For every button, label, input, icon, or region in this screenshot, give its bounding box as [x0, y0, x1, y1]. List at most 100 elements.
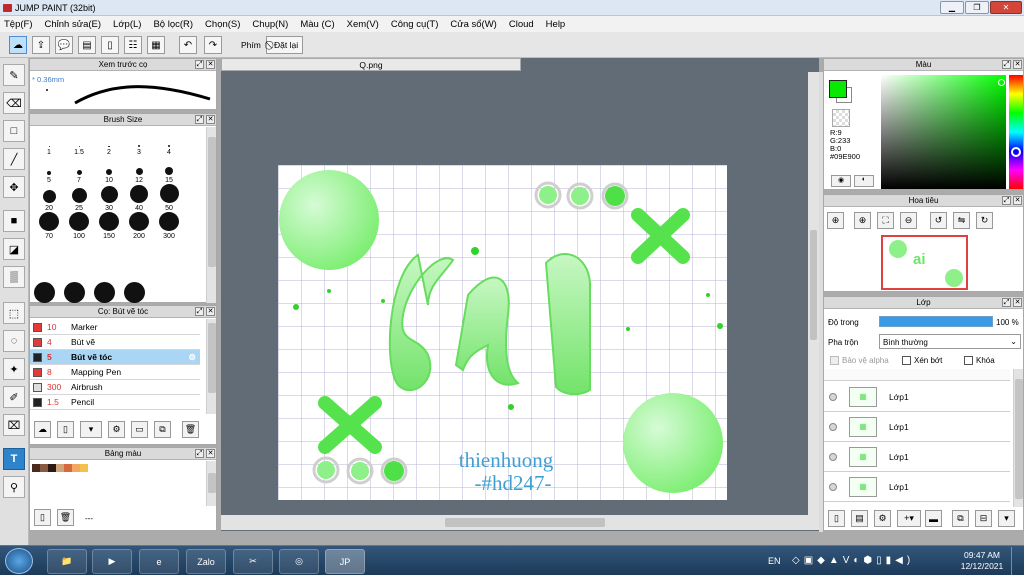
folder-icon[interactable]: ▭ [131, 421, 148, 438]
rotate-right-icon[interactable]: ↻ [976, 212, 993, 229]
brush-size-option[interactable]: 200 [124, 212, 154, 240]
add-layer-menu-icon[interactable]: +▾ [897, 510, 921, 527]
close-panel-icon[interactable]: ✕ [206, 60, 215, 69]
menu-window[interactable]: Cửa sổ(W) [450, 19, 496, 30]
color-swatch[interactable] [56, 464, 64, 472]
menu-tools[interactable]: Công cụ(T) [391, 19, 439, 30]
canvas-v-scrollbar[interactable] [808, 72, 819, 515]
navigator-thumbnail[interactable]: ai [881, 235, 968, 290]
zoom-in-icon[interactable]: ⊕ [854, 212, 871, 229]
menu-layer[interactable]: Lớp(L) [113, 19, 141, 30]
brush-size-option[interactable]: 10 [94, 156, 124, 184]
move-icon[interactable]: ✥ [3, 176, 25, 198]
undock-icon[interactable]: ⤢ [1002, 196, 1011, 205]
clip-checkbox[interactable] [902, 356, 911, 365]
brush-size-option[interactable]: 20 [34, 184, 64, 212]
eraser-icon[interactable]: ⌫ [3, 92, 25, 114]
flip-icon[interactable]: ⇋ [953, 212, 970, 229]
tray-icons[interactable]: ◇▣◆▲V◐⬢▯▮◀) [792, 555, 914, 566]
visibility-icon[interactable] [829, 392, 837, 401]
brush-icon[interactable]: ✎ [3, 64, 25, 86]
close-panel-icon[interactable]: ✕ [206, 307, 215, 316]
brush-size-option[interactable]: 1 [34, 128, 64, 156]
lock-checkbox[interactable] [964, 356, 973, 365]
upload-icon[interactable]: ⇪ [32, 36, 50, 54]
rotate-left-icon[interactable]: ↺ [930, 212, 947, 229]
artwork-canvas[interactable]: thienhuong -#hd247- [278, 165, 727, 500]
layer-row[interactable]: ▦ Lớp1 [824, 382, 1010, 412]
snipping-tool-icon[interactable]: ✂ [233, 549, 273, 574]
layer-row-partial[interactable] [824, 369, 1010, 381]
brush-size-option[interactable]: 3 [124, 128, 154, 156]
saturation-value-picker[interactable] [881, 75, 1006, 189]
magic-wand-icon[interactable]: ✦ [3, 358, 25, 380]
delete-swatch-icon[interactable]: 🗑 [57, 509, 74, 526]
menu-cloud[interactable]: Cloud [509, 19, 534, 30]
fit-icon[interactable]: ⛶ [877, 212, 894, 229]
undock-icon[interactable]: ⤢ [195, 60, 204, 69]
color-history-icon[interactable]: ◐ [854, 175, 874, 187]
maximize-button[interactable]: ❐ [965, 1, 989, 14]
visibility-icon[interactable] [829, 452, 837, 461]
brush-size-option[interactable]: 300 [154, 212, 184, 240]
merge-layer-icon[interactable]: ⊟ [975, 510, 992, 527]
duplicate-layer-icon[interactable]: ⧉ [952, 510, 969, 527]
comment-icon[interactable]: 💬 [55, 36, 73, 54]
explorer-icon[interactable]: 📁 [47, 549, 87, 574]
layer-menu-icon[interactable]: ▾ [998, 510, 1015, 527]
new-layer-icon[interactable]: ▯ [828, 510, 845, 527]
media-player-icon[interactable]: ▶ [92, 549, 132, 574]
close-button[interactable]: ✕ [990, 1, 1022, 14]
undo-icon[interactable]: ↶ [179, 36, 197, 54]
brush-size-option[interactable]: 7 [64, 156, 94, 184]
trash-icon[interactable]: 🗑 [182, 421, 199, 438]
brush-size-option[interactable]: 25 [64, 184, 94, 212]
brush-cloud-icon[interactable]: ☁ [34, 421, 51, 438]
size-dot[interactable] [94, 282, 115, 303]
page-icon[interactable]: ▯ [101, 36, 119, 54]
size-dot[interactable] [64, 282, 85, 303]
brush-size-option[interactable]: 12 [124, 156, 154, 184]
brush-item[interactable]: 5 Bút vẽ tóc ⚙ [30, 350, 200, 365]
size-dot[interactable] [34, 282, 55, 303]
start-icon[interactable] [5, 548, 33, 574]
eyedropper-icon[interactable]: ⚲ [3, 476, 25, 498]
hue-cursor[interactable] [1011, 147, 1021, 157]
menu-select[interactable]: Chọn(S) [205, 19, 240, 30]
color-swatch[interactable] [64, 464, 72, 472]
close-panel-icon[interactable]: ✕ [1013, 298, 1022, 307]
primary-color-swatch[interactable] [829, 80, 847, 98]
visibility-icon[interactable] [829, 422, 837, 431]
close-panel-icon[interactable]: ✕ [1013, 60, 1022, 69]
transparent-swatch[interactable] [832, 109, 850, 127]
brush-size-option[interactable]: 2 [94, 128, 124, 156]
brush-size-option[interactable]: 70 [34, 212, 64, 240]
copy-brush-icon[interactable]: ⧉ [154, 421, 171, 438]
swatch-scrollbar[interactable] [206, 461, 216, 506]
brush-size-option[interactable]: 40 [124, 184, 154, 212]
close-panel-icon[interactable]: ✕ [206, 115, 215, 124]
close-panel-icon[interactable]: ✕ [1013, 196, 1022, 205]
menu-capture[interactable]: Chụp(N) [252, 19, 288, 30]
minimize-button[interactable]: ▁ [940, 1, 964, 14]
menu-color[interactable]: Màu (C) [300, 19, 334, 30]
brush-item[interactable]: 300 Airbrush [30, 380, 200, 395]
size-dot[interactable] [124, 282, 145, 303]
select-pen-icon[interactable]: ✐ [3, 386, 25, 408]
hue-slider[interactable] [1009, 75, 1023, 189]
brush-settings-icon[interactable]: ⚙ [108, 421, 125, 438]
brush-size-option[interactable]: 150 [94, 212, 124, 240]
protect-alpha-checkbox[interactable] [830, 356, 839, 365]
menu-edit[interactable]: Chỉnh sửa(E) [45, 19, 102, 30]
color-swatch[interactable] [80, 464, 88, 472]
folder-icon[interactable]: ▬ [925, 510, 942, 527]
color-mode-icon[interactable]: ◉ [831, 175, 851, 187]
layer-row[interactable]: ▦ Lớp1 [824, 442, 1010, 472]
clock[interactable]: 09:47 AM 12/12/2021 [958, 550, 1006, 572]
menu-view[interactable]: Xem(V) [347, 19, 379, 30]
brush-item[interactable]: 10 Marker [30, 320, 200, 335]
line-icon[interactable]: ╱ [3, 148, 25, 170]
color-swatch[interactable] [32, 464, 40, 472]
cloud-icon[interactable]: ☁ [9, 36, 27, 54]
brush-menu-icon[interactable]: ▾ [80, 421, 102, 438]
